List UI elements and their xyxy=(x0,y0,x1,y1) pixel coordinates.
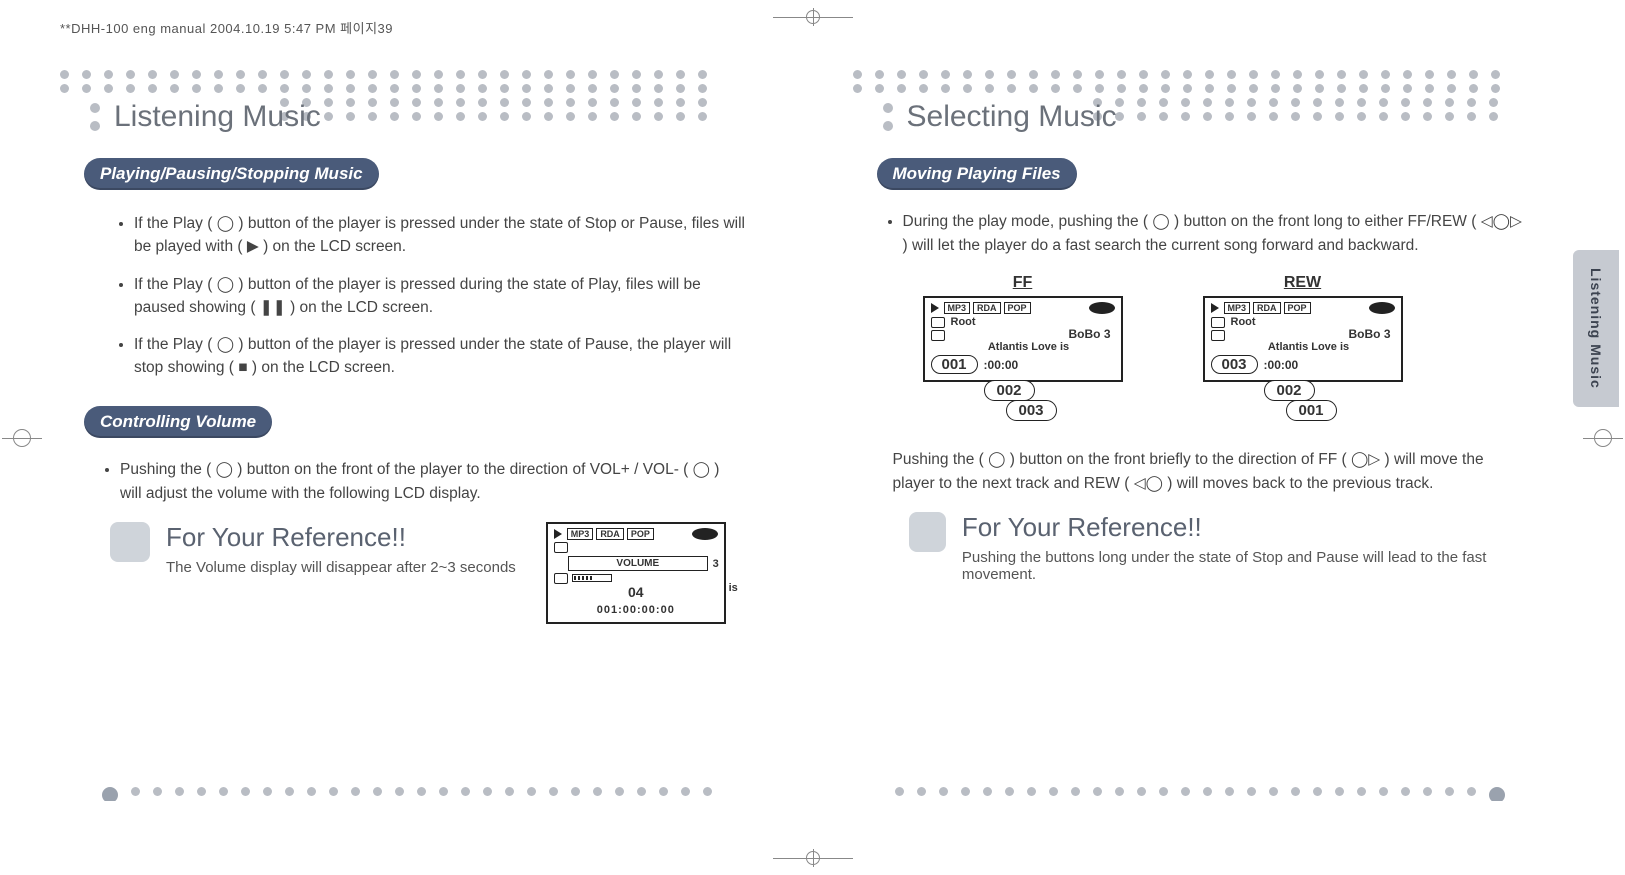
lcd-tag: MP3 xyxy=(567,528,594,540)
track-pill: 002 xyxy=(984,380,1035,401)
volume-value: 04 xyxy=(554,584,718,600)
crop-mark-top xyxy=(773,8,853,26)
play-icon xyxy=(931,303,939,313)
section-title: Selecting Music xyxy=(907,100,1117,134)
left-page: Listening Music Playing/Pausing/Stopping… xyxy=(50,60,783,825)
bullet-item: If the Play ( ◯ ) button of the player i… xyxy=(134,212,753,259)
folder-icon xyxy=(1211,317,1225,328)
ff-rew-diagrams: FF MP3 RDA POP Root BoBo 3 Atlantis Love… xyxy=(923,274,1566,438)
section-heading-left: Listening Music xyxy=(90,100,773,134)
lcd-tag: RDA xyxy=(596,528,624,540)
lcd-artist: BoBo 3 xyxy=(1211,327,1395,341)
lcd-tag: POP xyxy=(1284,302,1311,314)
reference-icon xyxy=(909,512,946,552)
crop-mark-left xyxy=(2,408,42,468)
track-pill: 002 xyxy=(1264,380,1315,401)
lcd-ff-display: MP3 RDA POP Root BoBo 3 Atlantis Love is… xyxy=(923,296,1123,382)
home-icon xyxy=(931,330,945,341)
right-page: Selecting Music Moving Playing Files Dur… xyxy=(843,60,1576,825)
decorative-dots-bottom xyxy=(102,787,743,801)
lcd-time: 001:00:00:00 xyxy=(554,604,718,616)
folder-icon xyxy=(931,317,945,328)
volume-text: Pushing the ( ◯ ) button on the front of… xyxy=(120,458,733,506)
reference-icon xyxy=(110,522,150,562)
lcd-time: :00:00 xyxy=(984,358,1019,372)
crop-mark-right xyxy=(1583,408,1623,468)
lcd-tag: MP3 xyxy=(944,302,971,314)
volume-label-box: VOLUME 3 xyxy=(568,556,708,571)
play-icon xyxy=(554,529,562,539)
rew-label: REW xyxy=(1203,274,1403,292)
ffrew-paragraph: During the play mode, pushing the ( ◯ ) … xyxy=(893,210,1526,258)
side-tab-listening-music: Listening Music xyxy=(1573,250,1619,407)
lcd-volume-display: MP3 RDA POP VOLUME 3 04 is 001:00:00:00 xyxy=(546,522,726,624)
track-pill: 001 xyxy=(1286,400,1337,421)
track-stack-rew: 002 001 xyxy=(1258,374,1348,438)
battery-icon xyxy=(692,528,718,540)
lcd-song-title: Atlantis Love is xyxy=(1211,341,1395,353)
home-icon xyxy=(1211,330,1225,341)
reference-subtext: The Volume display will disappear after … xyxy=(166,559,516,576)
reference-subtext: Pushing the buttons long under the state… xyxy=(962,549,1525,583)
decorative-dots-bottom xyxy=(895,787,1536,801)
lcd-rew-display: MP3 RDA POP Root BoBo 3 Atlantis Love is… xyxy=(1203,296,1403,382)
lcd-tag: POP xyxy=(1004,302,1031,314)
track-pill: 003 xyxy=(1006,400,1057,421)
lcd-tag: POP xyxy=(627,528,654,540)
lcd-track-number: 003 xyxy=(1211,355,1258,374)
reference-title: For Your Reference!! xyxy=(166,522,516,553)
volume-paragraph: Pushing the ( ◯ ) button on the front of… xyxy=(110,458,733,506)
lcd-side-char2: is xyxy=(729,582,738,594)
bullet-item: If the Play ( ◯ ) button of the player i… xyxy=(134,333,753,380)
lcd-side-char: 3 xyxy=(713,558,719,570)
lcd-track-number: 001 xyxy=(931,355,978,374)
ffrew-text: During the play mode, pushing the ( ◯ ) … xyxy=(903,210,1526,258)
root-label: Root xyxy=(951,316,976,328)
section-heading-right: Selecting Music xyxy=(883,100,1566,134)
reference-block-right: For Your Reference!! Pushing the buttons… xyxy=(909,512,1526,583)
print-header: **DHH-100 eng manual 2004.10.19 5:47 PM … xyxy=(60,18,393,37)
volume-bar xyxy=(572,574,612,582)
subheading-play-pause-stop: Playing/Pausing/Stopping Music xyxy=(84,158,379,190)
subheading-controlling-volume: Controlling Volume xyxy=(84,406,272,438)
track-stack-ff: 002 003 xyxy=(978,374,1068,438)
page-spread: Listening Music Playing/Pausing/Stopping… xyxy=(50,60,1575,825)
lcd-tag: RDA xyxy=(1253,302,1281,314)
crop-mark-bottom xyxy=(773,849,853,867)
reference-title: For Your Reference!! xyxy=(962,512,1525,543)
battery-icon xyxy=(1089,302,1115,314)
root-label: Root xyxy=(1231,316,1256,328)
lcd-time: :00:00 xyxy=(1264,358,1299,372)
battery-icon xyxy=(1369,302,1395,314)
bullet-item: If the Play ( ◯ ) button of the player i… xyxy=(134,273,753,320)
play-icon xyxy=(1211,303,1219,313)
lcd-tag: RDA xyxy=(973,302,1001,314)
lcd-artist: BoBo 3 xyxy=(931,327,1115,341)
section-title: Listening Music xyxy=(114,100,321,134)
ffrew-paragraph2: Pushing the ( ◯ ) button on the front br… xyxy=(893,448,1526,496)
play-pause-bullets: If the Play ( ◯ ) button of the player i… xyxy=(120,212,753,380)
home-icon xyxy=(554,573,568,584)
ff-label: FF xyxy=(923,274,1123,292)
subheading-moving-playing-files: Moving Playing Files xyxy=(877,158,1077,190)
folder-icon xyxy=(554,542,568,553)
lcd-tag: MP3 xyxy=(1224,302,1251,314)
lcd-song-title: Atlantis Love is xyxy=(931,341,1115,353)
